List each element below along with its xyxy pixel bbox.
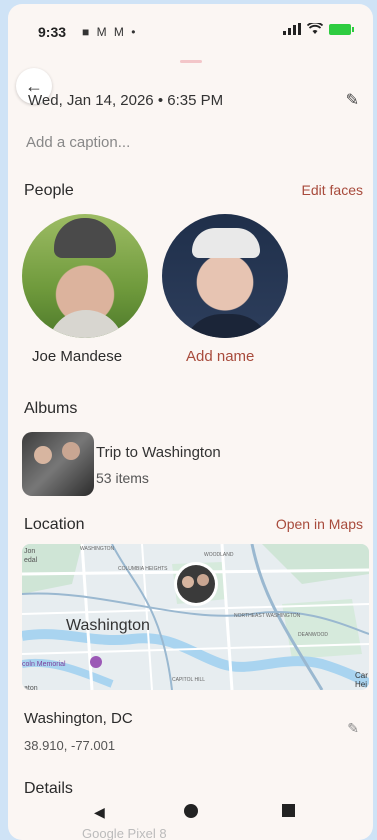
map-label-car: Car <box>355 671 368 680</box>
location-coordinates: 38.910, -77.001 <box>24 738 116 753</box>
map-label-woodland: WOODLAND <box>204 552 234 558</box>
map-label-columbia: COLUMBIA HEIGHTS <box>118 566 168 572</box>
status-notifications: ■ M M • <box>82 25 138 39</box>
battery-icon <box>329 23 354 35</box>
album-name[interactable]: Trip to Washington <box>96 444 221 461</box>
add-name-link[interactable]: Add name <box>186 348 254 365</box>
map-label-washington-top: WASHINGTON <box>80 546 115 552</box>
person-face-joe[interactable] <box>22 214 148 338</box>
album-count: 53 items <box>96 470 149 486</box>
map-label-capitol: CAPITOL HILL <box>172 677 205 683</box>
map-label-left-top2: edal <box>24 557 38 564</box>
map-label-left-top: Jon <box>24 548 35 555</box>
system-nav-bar: ◀ <box>8 784 373 840</box>
edit-location-button[interactable]: ✎ <box>347 720 359 737</box>
photo-date: Wed, Jan 14, 2026 • 6:35 PM <box>28 92 224 109</box>
map-label-memorial: coln Memorial <box>22 661 66 668</box>
person-face-unnamed[interactable] <box>162 214 288 338</box>
status-icons <box>283 23 354 35</box>
wifi-icon <box>307 23 323 34</box>
map-label-bottom-left: aton <box>24 685 38 690</box>
location-name: Washington, DC <box>24 710 133 727</box>
map-label-car2: Hei <box>355 680 367 689</box>
people-title: People <box>24 182 74 199</box>
album-thumbnail[interactable] <box>22 432 94 496</box>
person-name-joe[interactable]: Joe Mandese <box>32 348 122 365</box>
albums-title: Albums <box>24 400 78 417</box>
map-label-northeast: NORTHEAST WASHINGTON <box>234 613 301 619</box>
location-title: Location <box>24 516 85 533</box>
location-map[interactable]: Washington WOODLAND NORTHEAST WASHINGTON… <box>22 544 369 690</box>
caption-input[interactable]: Add a caption... <box>26 134 130 151</box>
sheet-handle[interactable] <box>180 60 202 63</box>
nav-home-button[interactable] <box>184 804 198 818</box>
phone-screen: 9:33 ■ M M • ← Wed, Jan 14, 2026 • 6:35 … <box>8 4 373 840</box>
signal-icon <box>283 23 301 35</box>
pencil-icon: ✎ <box>345 92 359 109</box>
nav-back-button[interactable]: ◀ <box>94 804 105 821</box>
edit-date-button[interactable]: ✎ <box>346 90 359 110</box>
status-time: 9:33 <box>38 24 67 40</box>
pencil-icon: ✎ <box>347 720 359 736</box>
device-name-faint: Google Pixel 8 <box>82 826 167 840</box>
map-label-deanwood: DEANWOOD <box>298 632 328 638</box>
nav-recents-button[interactable] <box>282 804 295 817</box>
edit-faces-link[interactable]: Edit faces <box>302 182 363 198</box>
status-bar: 9:33 ■ M M • <box>8 4 373 54</box>
open-in-maps-link[interactable]: Open in Maps <box>276 516 363 532</box>
map-label-city: Washington <box>66 617 150 634</box>
